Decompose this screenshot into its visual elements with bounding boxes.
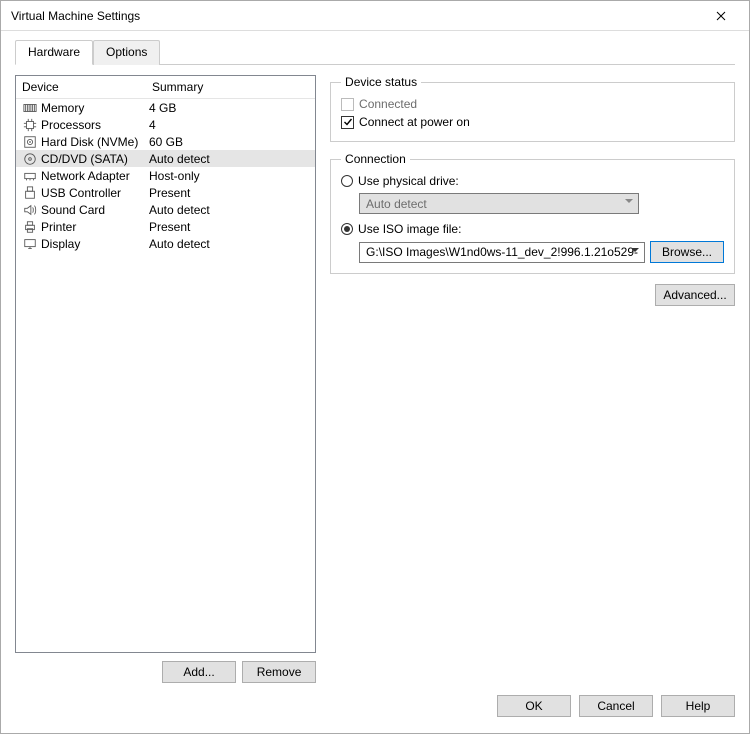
iso-input-row: G:\ISO Images\W1nd0ws-11_dev_2!996.1.21o… (359, 241, 724, 263)
close-button[interactable] (701, 2, 741, 30)
browse-button[interactable]: Browse... (650, 241, 724, 263)
close-icon (716, 11, 726, 21)
advanced-button[interactable]: Advanced... (655, 284, 735, 306)
device-name: Network Adapter (41, 169, 130, 183)
physical-drive-value: Auto detect (366, 197, 427, 211)
header-device: Device (22, 80, 152, 94)
device-row[interactable]: Processors 4 (16, 116, 315, 133)
physical-drive-row[interactable]: Use physical drive: (341, 172, 724, 190)
ok-button[interactable]: OK (497, 695, 571, 717)
device-name: Hard Disk (NVMe) (41, 135, 138, 149)
network-icon (22, 168, 38, 184)
device-summary: 4 GB (149, 101, 309, 115)
window-title: Virtual Machine Settings (11, 9, 701, 23)
device-summary: 4 (149, 118, 309, 132)
iso-path-combo[interactable]: G:\ISO Images\W1nd0ws-11_dev_2!996.1.21o… (359, 242, 645, 263)
device-row[interactable]: Hard Disk (NVMe) 60 GB (16, 133, 315, 150)
remove-button[interactable]: Remove (242, 661, 316, 683)
device-summary: Present (149, 220, 309, 234)
device-row[interactable]: Sound Card Auto detect (16, 201, 315, 218)
device-name: USB Controller (41, 186, 121, 200)
device-status-legend: Device status (341, 75, 421, 89)
tab-hardware[interactable]: Hardware (15, 40, 93, 65)
cancel-button[interactable]: Cancel (579, 695, 653, 717)
connection-group: Connection Use physical drive: Auto dete… (330, 152, 735, 274)
device-summary: Host-only (149, 169, 309, 183)
sound-icon (22, 202, 38, 218)
device-name: Printer (41, 220, 76, 234)
iso-radio[interactable] (341, 223, 353, 235)
device-row[interactable]: Display Auto detect (16, 235, 315, 252)
power-on-row[interactable]: Connect at power on (341, 113, 724, 131)
header-summary: Summary (152, 80, 309, 94)
iso-path-value: G:\ISO Images\W1nd0ws-11_dev_2!996.1.21o… (366, 245, 638, 259)
physical-drive-combo: Auto detect (359, 193, 639, 214)
left-panel: Device Summary Memory4 GBProcessors4Hard… (15, 75, 316, 683)
cpu-icon (22, 117, 38, 133)
help-button[interactable]: Help (661, 695, 735, 717)
connected-label: Connected (359, 97, 417, 111)
iso-row[interactable]: Use ISO image file: (341, 220, 724, 238)
check-icon (343, 117, 353, 127)
device-summary: 60 GB (149, 135, 309, 149)
device-list-header: Device Summary (16, 76, 315, 99)
connected-checkbox (341, 98, 354, 111)
memory-icon (22, 100, 38, 116)
physical-drive-radio[interactable] (341, 175, 353, 187)
usb-icon (22, 185, 38, 201)
device-row[interactable]: CD/DVD (SATA) Auto detect (16, 150, 315, 167)
content-area: Device Summary Memory4 GBProcessors4Hard… (1, 65, 749, 683)
device-row[interactable]: Printer Present (16, 218, 315, 235)
power-on-checkbox[interactable] (341, 116, 354, 129)
printer-icon (22, 219, 38, 235)
device-row[interactable]: USB Controller Present (16, 184, 315, 201)
device-name: Display (41, 237, 80, 251)
device-summary: Auto detect (149, 237, 309, 251)
disk-icon (22, 134, 38, 150)
titlebar: Virtual Machine Settings (1, 1, 749, 31)
device-name: CD/DVD (SATA) (41, 152, 128, 166)
device-summary: Present (149, 186, 309, 200)
connection-legend: Connection (341, 152, 410, 166)
device-status-group: Device status Connected Connect at power… (330, 75, 735, 142)
cd-icon (22, 151, 38, 167)
add-button[interactable]: Add... (162, 661, 236, 683)
dialog-button-row: OK Cancel Help (1, 683, 749, 729)
tab-bar: Hardware Options (15, 39, 735, 65)
physical-drive-label: Use physical drive: (358, 174, 459, 188)
device-summary: Auto detect (149, 203, 309, 217)
right-panel: Device status Connected Connect at power… (330, 75, 735, 683)
connected-row: Connected (341, 95, 724, 113)
device-summary: Auto detect (149, 152, 309, 166)
power-on-label: Connect at power on (359, 115, 470, 129)
chevron-down-icon (625, 199, 633, 203)
chevron-down-icon (631, 248, 639, 252)
tab-options[interactable]: Options (93, 40, 160, 65)
device-name: Sound Card (41, 203, 105, 217)
device-name: Memory (41, 101, 84, 115)
iso-label: Use ISO image file: (358, 222, 461, 236)
display-icon (22, 236, 38, 252)
device-row[interactable]: Network Adapter Host-only (16, 167, 315, 184)
device-row[interactable]: Memory 4 GB (16, 99, 315, 116)
left-button-row: Add... Remove (15, 661, 316, 683)
device-list: Device Summary Memory4 GBProcessors4Hard… (15, 75, 316, 653)
advanced-row: Advanced... (330, 284, 735, 306)
device-name: Processors (41, 118, 101, 132)
